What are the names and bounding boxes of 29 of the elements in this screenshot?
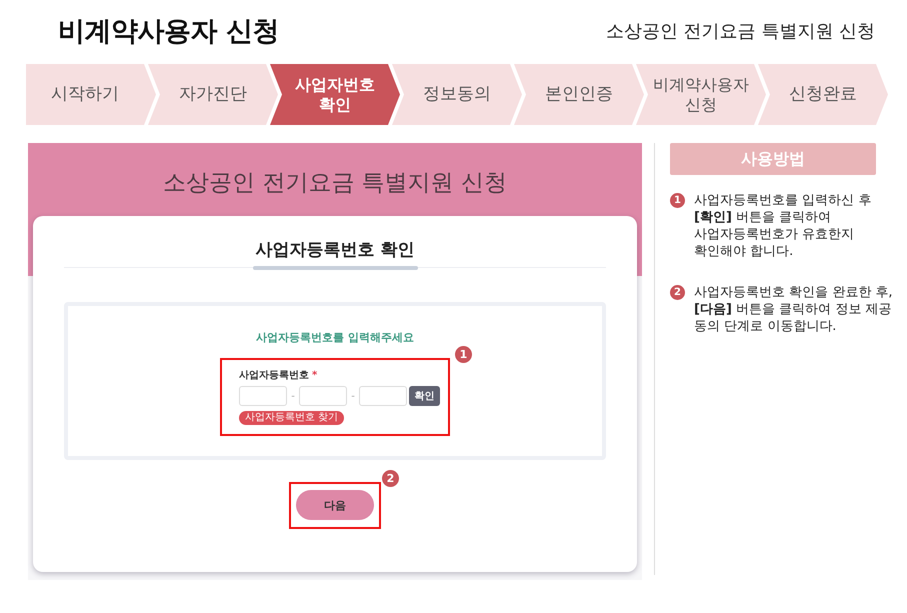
number-badge: 1 — [670, 193, 685, 208]
banner-title: 소상공인 전기요금 특별지원 신청 — [163, 169, 507, 197]
page-title: 비계약사용자 신청 — [58, 15, 279, 49]
field-label: 사업자등록번호 — [239, 369, 309, 382]
input-field[interactable] — [359, 386, 407, 406]
next-button[interactable]: 다음 — [296, 490, 374, 520]
dash-separator: - — [350, 390, 356, 402]
progress-step: 자가진단 — [148, 64, 278, 125]
progress-step: 신청완료 — [758, 64, 888, 125]
help-text: 사업자등록번호 확인을 완료한 후, [다음] 버튼을 클릭하여 정보 제공 동의 단계로 이동합니다. — [694, 284, 894, 335]
input-prompt: 사업자등록번호를 입력해주세요 — [256, 331, 414, 345]
input-field[interactable] — [299, 386, 347, 406]
find-number-link[interactable]: 사업자등록번호 찾기 — [239, 411, 344, 425]
input-field[interactable] — [239, 386, 287, 406]
dash-separator: - — [290, 390, 296, 402]
progress-step: 비계약사용자 신청 — [636, 64, 766, 125]
page-subtitle: 소상공인 전기요금 특별지원 신청 — [606, 20, 875, 43]
progress-step: 시작하기 — [26, 64, 156, 125]
help-text: 사업자등록번호를 입력하신 후 [확인] 버튼을 클릭하여 사업자등록번호가 유효한지 확인해야 합니다. — [694, 192, 872, 260]
progress-step: 사업자번호 확인 — [270, 64, 400, 125]
progress-step: 정보동의 — [392, 64, 522, 125]
confirm-button[interactable]: 확인 — [409, 386, 440, 406]
callout-marker: 1 — [455, 346, 472, 363]
required-mark: * — [312, 369, 318, 382]
progress-step: 본인인증 — [514, 64, 644, 125]
callout-marker: 2 — [382, 470, 399, 487]
number-badge: 2 — [670, 285, 685, 300]
help-title: 사용방법 — [670, 143, 876, 175]
card-title: 사업자등록번호 확인 — [256, 239, 414, 262]
